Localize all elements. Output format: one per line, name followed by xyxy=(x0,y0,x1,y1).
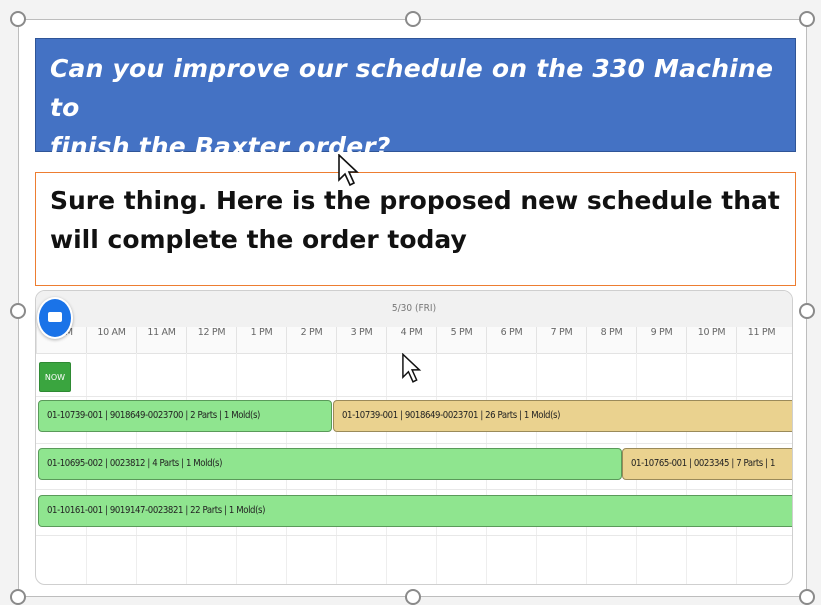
row-divider xyxy=(36,535,792,536)
resize-handle-top-center[interactable] xyxy=(405,11,421,27)
row-divider xyxy=(36,443,792,444)
hour-label: 2 PM xyxy=(286,327,336,353)
mouse-cursor-icon xyxy=(338,154,360,187)
hour-label: 10 PM xyxy=(686,327,736,353)
resize-handle-top-right[interactable] xyxy=(799,11,815,27)
hour-label: 11 AM xyxy=(136,327,186,353)
hour-header: 9 AM 10 AM 11 AM 12 PM 1 PM 2 PM 3 PM 4 … xyxy=(36,327,792,354)
answer-line-1: Sure thing. Here is the proposed new sch… xyxy=(50,186,780,215)
row-divider xyxy=(36,489,792,490)
answer-line-2: will complete the order today xyxy=(50,225,467,254)
schedule-job-bar[interactable]: 01-10739-001 | 9018649-0023700 | 2 Parts… xyxy=(38,400,332,432)
hour-label: 5 PM xyxy=(436,327,486,353)
now-indicator: NOW xyxy=(39,362,71,392)
resize-handle-bottom-left[interactable] xyxy=(10,589,26,605)
schedule-job-bar[interactable]: 01-10739-001 | 9018649-0023701 | 26 Part… xyxy=(333,400,792,432)
answer-textbox[interactable]: Sure thing. Here is the proposed new sch… xyxy=(35,172,796,286)
hour-label: 8 PM xyxy=(586,327,636,353)
schedule-job-bar[interactable]: 01-10765-001 | 0023345 | 7 Parts | 1 xyxy=(622,448,792,480)
schedule-job-bar[interactable]: 01-10161-001 | 9019147-0023821 | 22 Part… xyxy=(38,495,792,527)
date-header: 5/30 (FRI) xyxy=(36,291,792,327)
hour-label: 11 PM xyxy=(736,327,786,353)
hour-label: 4 PM xyxy=(386,327,436,353)
resize-handle-top-left[interactable] xyxy=(10,11,26,27)
hour-label: 3 PM xyxy=(336,327,386,353)
hour-label: 12 PM xyxy=(186,327,236,353)
hour-label: 9 PM xyxy=(636,327,686,353)
hour-label: 10 AM xyxy=(86,327,136,353)
mouse-cursor-icon xyxy=(402,353,422,383)
schedule-job-bar[interactable]: 01-10695-002 | 0023812 | 4 Parts | 1 Mol… xyxy=(38,448,622,480)
hour-label: 6 PM xyxy=(486,327,536,353)
question-line-2: finish the Baxter order? xyxy=(50,132,391,161)
question-line-1: Can you improve our schedule on the 330 … xyxy=(50,54,774,122)
hour-label: 1 PM xyxy=(236,327,286,353)
mail-icon xyxy=(48,312,62,322)
resize-handle-middle-left[interactable] xyxy=(10,303,26,319)
hour-label: 7 PM xyxy=(536,327,586,353)
resize-handle-bottom-center[interactable] xyxy=(405,589,421,605)
row-divider xyxy=(36,396,792,397)
schedule-gantt: 5/30 (FRI) 9 AM 10 AM 11 AM 12 PM 1 PM 2… xyxy=(35,290,793,585)
question-textbox[interactable]: Can you improve our schedule on the 330 … xyxy=(35,38,796,161)
resize-handle-bottom-right[interactable] xyxy=(799,589,815,605)
chat-fab-button[interactable] xyxy=(37,297,73,339)
resize-handle-middle-right[interactable] xyxy=(799,303,815,319)
